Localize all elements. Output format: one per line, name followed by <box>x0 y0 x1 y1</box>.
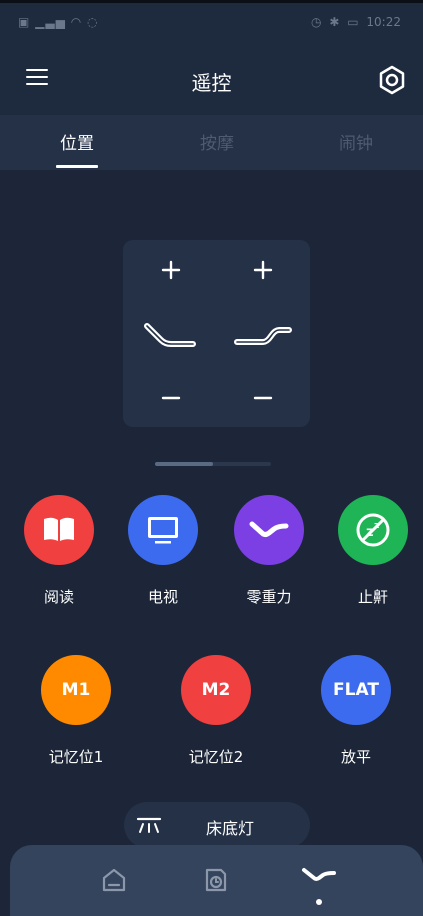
flat-label: 放平 <box>340 748 371 766</box>
foot-down-button[interactable] <box>251 386 275 410</box>
position-control-panel <box>123 240 310 427</box>
flat-button[interactable]: FLAT <box>321 655 391 725</box>
foot-up-button[interactable] <box>251 258 275 282</box>
zero-gravity-mode-button[interactable] <box>234 495 304 565</box>
underbed-light-button[interactable]: 床底灯 <box>124 802 310 848</box>
tab-massage[interactable]: 按摩 <box>182 129 252 154</box>
home-icon[interactable] <box>100 866 128 898</box>
memory-1-button[interactable]: M1 <box>41 655 111 725</box>
hotspot-icon: ◌ <box>87 15 99 29</box>
tab-alarm[interactable]: 闹钟 <box>321 129 391 154</box>
reading-mode-button[interactable] <box>24 495 94 565</box>
memory-2-button[interactable]: M2 <box>181 655 251 725</box>
pager-indicator <box>155 462 213 466</box>
head-down-button[interactable] <box>159 386 183 410</box>
book-icon <box>44 517 74 541</box>
app-frame: ▣ ▁▃▅ ◠ ◌ ◷ ✱ ▭ 10:22 遥控 位置 按摩 闹钟 阅读 电视 … <box>0 0 423 916</box>
alarm-icon: ◷ <box>311 15 322 29</box>
tv-mode-label: 电视 <box>147 588 178 606</box>
head-lift-icon <box>143 320 197 350</box>
tab-active-indicator <box>56 165 98 168</box>
anti-snore-mode-button[interactable]: z z <box>338 495 408 565</box>
sim-icon: ▣ <box>18 15 31 29</box>
signal-icon: ▁▃▅ <box>35 15 66 29</box>
underbed-light-icon <box>136 817 162 833</box>
page-title: 遥控 <box>191 71 232 95</box>
active-nav-dot <box>316 899 322 905</box>
foot-lift-icon <box>233 320 293 350</box>
tv-icon <box>148 517 178 544</box>
bed-icon[interactable] <box>301 864 337 892</box>
status-time: 10:22 <box>366 15 401 29</box>
bluetooth-icon: ✱ <box>329 15 340 29</box>
head-up-button[interactable] <box>159 258 183 282</box>
status-bar: ▣ ▁▃▅ ◠ ◌ ◷ ✱ ▭ 10:22 <box>0 3 423 45</box>
reading-mode-label: 阅读 <box>43 588 74 606</box>
memory-1-label: 记忆位1 <box>48 748 104 766</box>
timer-icon[interactable] <box>202 866 230 898</box>
battery-icon: ▭ <box>347 15 359 29</box>
wifi-icon: ◠ <box>70 15 83 29</box>
zero-gravity-mode-label: 零重力 <box>246 588 292 606</box>
tab-bar: 位置 按摩 闹钟 <box>0 115 423 170</box>
anti-snore-mode-label: 止鼾 <box>357 588 388 606</box>
tab-position[interactable]: 位置 <box>42 129 112 154</box>
app-header: 遥控 <box>0 45 423 115</box>
memory-2-label: 记忆位2 <box>188 748 244 766</box>
underbed-light-label: 床底灯 <box>206 819 255 838</box>
status-right-icons: ◷ ✱ ▭ 10:22 <box>307 15 401 29</box>
hex-settings-icon[interactable] <box>377 65 407 95</box>
tv-mode-button[interactable] <box>128 495 198 565</box>
status-left-icons: ▣ ▁▃▅ ◠ ◌ <box>18 15 98 29</box>
zero-gravity-icon <box>249 521 289 537</box>
anti-snore-icon: z z <box>356 513 390 547</box>
